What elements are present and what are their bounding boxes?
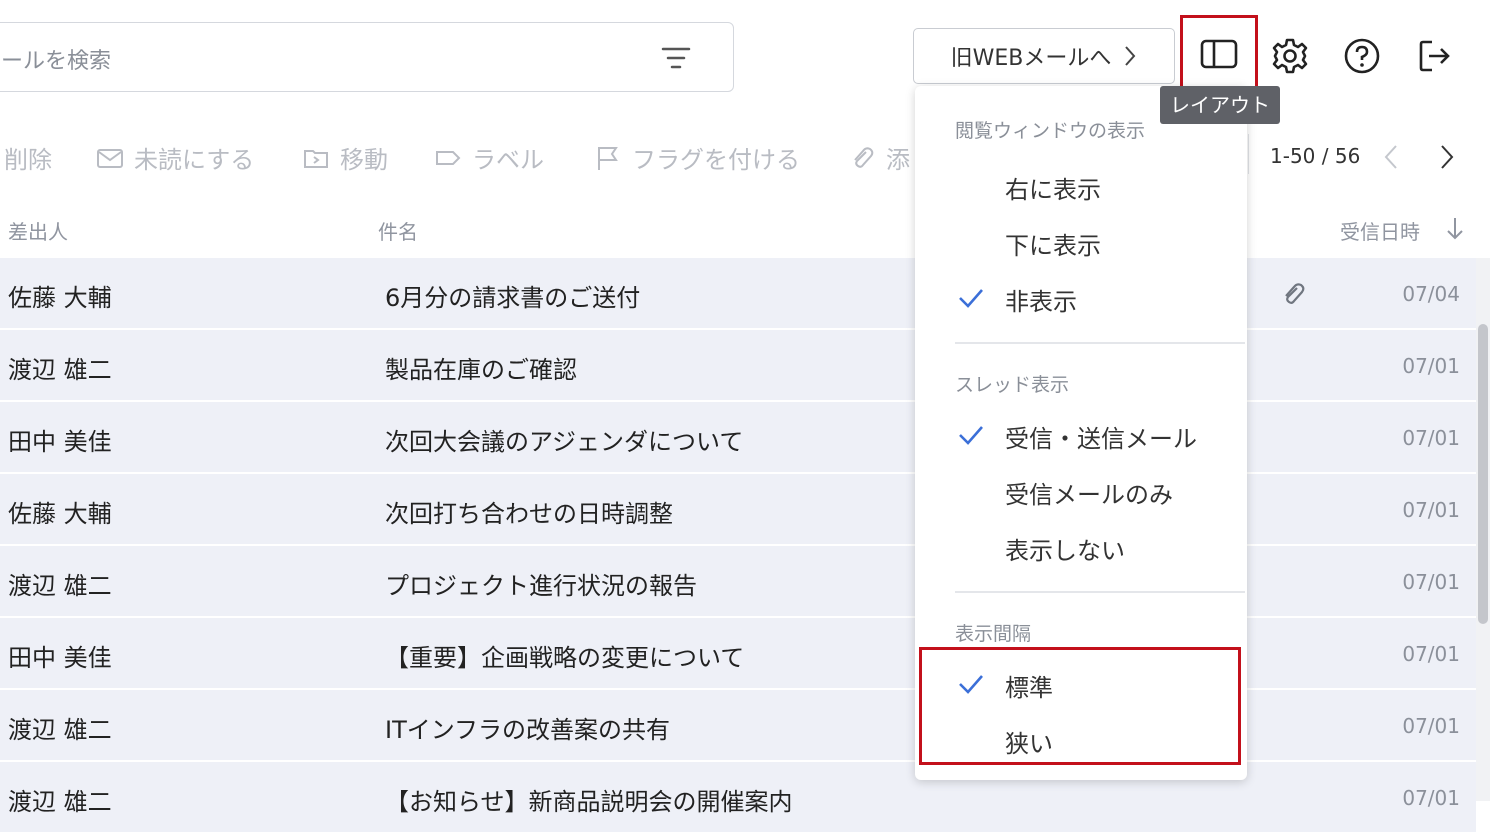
row-date: 07/01 bbox=[1402, 786, 1460, 810]
menu-item-thread-received[interactable]: 受信メールのみ bbox=[915, 465, 1247, 517]
logout-icon bbox=[1419, 40, 1450, 72]
row-date: 07/01 bbox=[1402, 642, 1460, 666]
move-button[interactable]: 移動 bbox=[302, 140, 388, 175]
menu-item-label: 受信メールのみ bbox=[1005, 481, 1173, 509]
menu-item-show-bottom[interactable]: 下に表示 bbox=[915, 216, 1247, 268]
spacing-section-title: 表示間隔 bbox=[955, 623, 1032, 645]
chevron-right-icon[interactable] bbox=[1436, 142, 1458, 172]
top-bar: ールを検索 旧WEBメールへ レイアウト bbox=[0, 0, 1490, 124]
column-received[interactable]: 受信日時 bbox=[1340, 216, 1420, 245]
row-subject: プロジェクト進行状況の報告 bbox=[385, 572, 697, 600]
filter-icon[interactable] bbox=[661, 45, 691, 71]
row-sender: 田中 美佳 bbox=[8, 644, 112, 672]
row-date: 07/01 bbox=[1402, 354, 1460, 378]
column-subject[interactable]: 件名 bbox=[378, 216, 418, 245]
mail-row[interactable]: 渡辺 雄二 【お知らせ】新商品説明会の開催案内 07/01 bbox=[0, 762, 1476, 834]
row-subject: ITインフラの改善案の共有 bbox=[385, 716, 671, 744]
flag-label: フラグを付ける bbox=[632, 146, 800, 174]
layout-button[interactable] bbox=[1180, 15, 1258, 93]
delete-button[interactable]: 削除 bbox=[4, 140, 52, 175]
row-sender: 佐藤 大輔 bbox=[8, 284, 112, 312]
mark-unread-label: 未読にする bbox=[134, 146, 255, 174]
attach-button[interactable]: 添 bbox=[848, 140, 910, 175]
mail-toolbar: 削除 未読にする 移動 ラベル フラグを付ける 添 1-50 / 56 bbox=[0, 112, 1490, 202]
row-date: 07/01 bbox=[1402, 714, 1460, 738]
column-sender[interactable]: 差出人 bbox=[8, 216, 68, 245]
row-date: 07/04 bbox=[1402, 282, 1460, 306]
row-date: 07/01 bbox=[1402, 498, 1460, 522]
flag-button[interactable]: フラグを付ける bbox=[594, 140, 800, 175]
sort-arrow-down-icon[interactable] bbox=[1444, 216, 1466, 242]
paperclip-icon bbox=[1285, 283, 1305, 304]
pager-divider bbox=[1248, 134, 1249, 174]
move-label: 移動 bbox=[340, 146, 388, 174]
row-sender: 渡辺 雄二 bbox=[8, 356, 112, 384]
row-date: 07/01 bbox=[1402, 426, 1460, 450]
menu-item-label: 表示しない bbox=[1005, 537, 1125, 565]
menu-divider bbox=[955, 591, 1245, 593]
delete-label: 削除 bbox=[4, 146, 52, 174]
pager-text: 1-50 / 56 bbox=[1270, 144, 1361, 168]
flag-icon bbox=[598, 146, 618, 170]
row-subject: 次回大会議のアジェンダについて bbox=[385, 428, 744, 456]
help-button[interactable] bbox=[1340, 34, 1384, 78]
old-webmail-label: 旧WEBメールへ bbox=[950, 46, 1112, 71]
attach-label: 添 bbox=[886, 146, 910, 174]
menu-item-thread-none[interactable]: 表示しない bbox=[915, 521, 1247, 573]
menu-item-label: 右に表示 bbox=[1005, 176, 1101, 204]
move-folder-icon bbox=[304, 149, 328, 168]
search-input[interactable]: ールを検索 bbox=[0, 22, 734, 92]
row-subject: 【お知らせ】新商品説明会の開催案内 bbox=[385, 788, 793, 816]
row-sender: 渡辺 雄二 bbox=[8, 788, 112, 816]
mark-unread-button[interactable]: 未読にする bbox=[96, 140, 254, 175]
checkmark-icon bbox=[959, 426, 983, 445]
mail-row[interactable]: 田中 美佳 次回大会議のアジェンダについて 07/01 bbox=[0, 402, 1476, 474]
menu-divider bbox=[955, 342, 1245, 344]
search-placeholder: ールを検索 bbox=[1, 49, 112, 74]
menu-item-label: 下に表示 bbox=[1005, 232, 1101, 260]
row-subject: 【重要】企画戦略の変更について bbox=[385, 644, 745, 672]
mail-row[interactable]: 佐藤 大輔 次回打ち合わせの日時調整 07/01 bbox=[0, 474, 1476, 546]
reading-pane-section-title: 閲覧ウィンドウの表示 bbox=[955, 120, 1146, 142]
row-sender: 渡辺 雄二 bbox=[8, 716, 112, 744]
menu-item-hide[interactable]: 非表示 bbox=[915, 272, 1247, 324]
row-sender: 田中 美佳 bbox=[8, 428, 112, 456]
chevron-left-icon[interactable] bbox=[1380, 142, 1402, 172]
layout-tooltip: レイアウト bbox=[1160, 86, 1280, 124]
row-sender: 佐藤 大輔 bbox=[8, 500, 112, 528]
spacing-highlight-box bbox=[919, 647, 1241, 765]
label-tag-icon bbox=[436, 150, 461, 165]
menu-item-show-right[interactable]: 右に表示 bbox=[915, 160, 1247, 212]
menu-item-label: 非表示 bbox=[1005, 288, 1077, 316]
scrollbar-thumb[interactable] bbox=[1478, 324, 1488, 624]
layout-icon bbox=[1200, 39, 1238, 69]
thread-section-title: スレッド表示 bbox=[955, 374, 1070, 396]
gear-icon bbox=[1272, 38, 1308, 74]
menu-item-label: 受信・送信メール bbox=[1005, 425, 1197, 453]
label-button[interactable]: ラベル bbox=[434, 140, 544, 175]
logout-button[interactable] bbox=[1412, 34, 1456, 78]
row-subject: 次回打ち合わせの日時調整 bbox=[385, 500, 673, 528]
mail-row[interactable]: 田中 美佳 【重要】企画戦略の変更について 07/01 bbox=[0, 618, 1476, 690]
row-date: 07/01 bbox=[1402, 570, 1460, 594]
paperclip-icon bbox=[854, 146, 874, 168]
row-sender: 渡辺 雄二 bbox=[8, 572, 112, 600]
checkmark-icon bbox=[959, 289, 983, 308]
mail-row[interactable]: 佐藤 大輔 6月分の請求書のご送付 07/04 bbox=[0, 258, 1476, 330]
mail-list-header: 差出人 件名 受信日時 bbox=[0, 200, 1490, 260]
row-subject: 6月分の請求書のご送付 bbox=[385, 284, 641, 312]
menu-item-thread-all[interactable]: 受信・送信メール bbox=[915, 409, 1247, 461]
help-icon bbox=[1344, 38, 1380, 74]
mail-row[interactable]: 渡辺 雄二 プロジェクト進行状況の報告 07/01 bbox=[0, 546, 1476, 618]
old-webmail-button[interactable]: 旧WEBメールへ bbox=[913, 28, 1175, 84]
mail-list: 佐藤 大輔 6月分の請求書のご送付 07/04 渡辺 雄二 製品在庫のご確認 0… bbox=[0, 258, 1476, 834]
envelope-icon bbox=[97, 148, 123, 168]
label-label: ラベル bbox=[472, 146, 544, 174]
mail-row[interactable]: 渡辺 雄二 ITインフラの改善案の共有 07/01 bbox=[0, 690, 1476, 762]
settings-button[interactable] bbox=[1268, 34, 1312, 78]
chevron-right-icon bbox=[1125, 46, 1136, 66]
row-subject: 製品在庫のご確認 bbox=[385, 356, 577, 384]
mail-row[interactable]: 渡辺 雄二 製品在庫のご確認 07/01 bbox=[0, 330, 1476, 402]
